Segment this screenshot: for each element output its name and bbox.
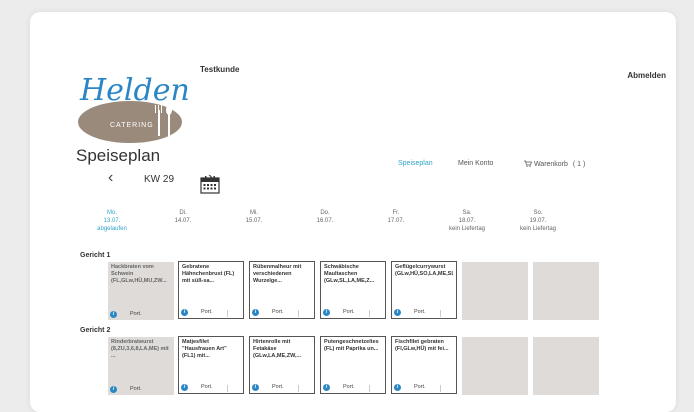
day-friday[interactable]: Fr. 17.07. — [360, 209, 432, 225]
logout-link[interactable]: Abmelden — [627, 71, 666, 80]
meal-description: Rübenmalheur mit verschiedenen Wurzelge.… — [253, 264, 302, 284]
calendar-icon[interactable] — [200, 176, 220, 194]
meal-description: Putengeschnetzeltes (FL) mit Paprika un.… — [324, 339, 379, 352]
meal-card[interactable]: Putengeschnetzeltes (FL) mit Paprika un.… — [320, 336, 386, 394]
info-icon[interactable]: i — [110, 386, 117, 393]
meal-card[interactable]: Rübenmalheur mit verschiedenen Wurzelge.… — [249, 261, 315, 319]
day-name: Mo. — [106, 210, 117, 216]
day-tuesday[interactable]: Di. 14.07. — [147, 209, 219, 225]
portion-label: Port. — [201, 309, 213, 315]
logo-sub-text: CATERING — [110, 122, 154, 129]
quantity-input[interactable] — [440, 310, 453, 317]
meal-description: Geflügelcurrywurst (GLw,HÜ,SO,LA,ME,SL..… — [395, 264, 453, 277]
quantity-input[interactable] — [369, 385, 382, 392]
portion-label: Port. — [414, 384, 426, 390]
section-title-gericht-2: Gericht 2 — [80, 327, 111, 334]
meal-card: Hackbraten vom Schwein (FL,GLw,HÜ,MU,ZW.… — [108, 262, 174, 320]
info-icon[interactable]: i — [181, 309, 188, 316]
customer-name: Testkunde — [200, 65, 240, 74]
quantity-input[interactable] — [298, 385, 311, 392]
day-note: abgelaufen — [97, 226, 127, 232]
nav-mein-konto[interactable]: Mein Konto — [458, 160, 493, 167]
day-name: Mi. — [250, 210, 258, 216]
portion-label: Port. — [343, 384, 355, 390]
portion-label: Port. — [272, 384, 284, 390]
day-monday[interactable]: Mo. 13.07. abgelaufen — [76, 209, 148, 233]
day-saturday: Sa. 18.07. kein Liefertag — [431, 209, 503, 233]
week-label: KW 29 — [144, 174, 175, 185]
empty-day-cell — [533, 337, 599, 395]
info-icon[interactable]: i — [252, 309, 259, 316]
day-wednesday[interactable]: Mi. 15.07. — [218, 209, 290, 225]
meal-card[interactable]: Schwäbische Maultaschen (GLw,SL,LA,ME,Z.… — [320, 261, 386, 319]
meal-card[interactable]: Matjesfilet "Hausfrauen Art" (FL1) mit..… — [178, 336, 244, 394]
info-icon[interactable]: i — [110, 311, 117, 318]
meal-card[interactable]: Geflügelcurrywurst (GLw,HÜ,SO,LA,ME,SL..… — [391, 261, 457, 319]
meal-description: Gebratene Hähnchenbrust (FL) mit süß-sa.… — [182, 264, 235, 284]
day-name: Di. — [179, 210, 187, 216]
meal-description: Fischfilet gebraten (FI,GLw,HÜ) mit fei.… — [395, 339, 449, 352]
quantity-input[interactable] — [298, 310, 311, 317]
quantity-input[interactable] — [440, 385, 453, 392]
cart-link[interactable]: Warenkorb ( 1 ) — [524, 160, 585, 168]
meal-card[interactable]: Gebratene Hähnchenbrust (FL) mit süß-sa.… — [178, 261, 244, 319]
day-name: So. — [533, 210, 543, 216]
day-date: 13.07. — [103, 218, 121, 224]
info-icon[interactable]: i — [323, 384, 330, 391]
day-header-row: Mo. 13.07. abgelaufen Di. 14.07. Mi. 15.… — [76, 209, 646, 239]
meal-description: Hirtenrolle mit Fetakäse (GLw,LA,ME,ZW,.… — [253, 339, 302, 359]
portion-label: Port. — [130, 311, 142, 317]
portion-label: Port. — [343, 309, 355, 315]
day-name: Sa. — [462, 210, 472, 216]
day-thursday[interactable]: Do. 16.07. — [289, 209, 361, 225]
meal-card[interactable]: Fischfilet gebraten (FI,GLw,HÜ) mit fei.… — [391, 336, 457, 394]
helden-catering-logo[interactable]: CATERING Helden — [72, 60, 192, 145]
info-icon[interactable]: i — [394, 309, 401, 316]
cart-label: Warenkorb — [533, 161, 568, 168]
portion-label: Port. — [414, 309, 426, 315]
meal-description: Schwäbische Maultaschen (GLw,SL,LA,ME,Z.… — [324, 264, 375, 284]
info-icon[interactable]: i — [323, 309, 330, 316]
quantity-input[interactable] — [227, 385, 240, 392]
day-date: 15.07. — [245, 218, 263, 224]
portion-label: Port. — [272, 309, 284, 315]
nav-speiseplan[interactable]: Speiseplan — [398, 160, 433, 167]
cart-icon — [524, 160, 532, 167]
day-name: Fr. — [392, 210, 400, 216]
day-note: kein Liefertag — [448, 226, 486, 232]
prev-week-arrow[interactable]: ‹ — [108, 170, 113, 186]
portion-label: Port. — [130, 386, 142, 392]
day-date: 17.07. — [387, 218, 405, 224]
section-title-gericht-1: Gericht 1 — [80, 252, 111, 259]
meal-description: Hackbraten vom Schwein (FL,GLw,HÜ,MU,ZW.… — [111, 264, 167, 284]
empty-day-cell — [462, 337, 528, 395]
info-icon[interactable]: i — [181, 384, 188, 391]
empty-day-cell — [462, 262, 528, 320]
day-date: 16.07. — [316, 218, 334, 224]
day-date: 19.07. — [529, 218, 547, 224]
day-date: 18.07. — [458, 218, 476, 224]
logo-text: Helden — [79, 73, 190, 108]
info-icon[interactable]: i — [394, 384, 401, 391]
day-note: kein Liefertag — [519, 226, 557, 232]
meal-description: Matjesfilet "Hausfrauen Art" (FL1) mit..… — [182, 339, 227, 359]
empty-day-cell — [533, 262, 599, 320]
info-icon[interactable]: i — [252, 384, 259, 391]
quantity-input[interactable] — [227, 310, 240, 317]
cart-count: ( 1 ) — [572, 161, 586, 168]
day-sunday: So. 19.07. kein Liefertag — [502, 209, 574, 233]
day-date: 14.07. — [174, 218, 192, 224]
page-title: Speiseplan — [76, 146, 161, 165]
quantity-input[interactable] — [369, 310, 382, 317]
meal-description: Rinderbratwurst (8,ZU,3,6,8,LA,ME) mit .… — [111, 339, 169, 359]
portion-label: Port. — [201, 384, 213, 390]
meal-card[interactable]: Hirtenrolle mit Fetakäse (GLw,LA,ME,ZW,.… — [249, 336, 315, 394]
meal-card: Rinderbratwurst (8,ZU,3,6,8,LA,ME) mit .… — [108, 337, 174, 395]
day-name: Do. — [320, 210, 330, 216]
